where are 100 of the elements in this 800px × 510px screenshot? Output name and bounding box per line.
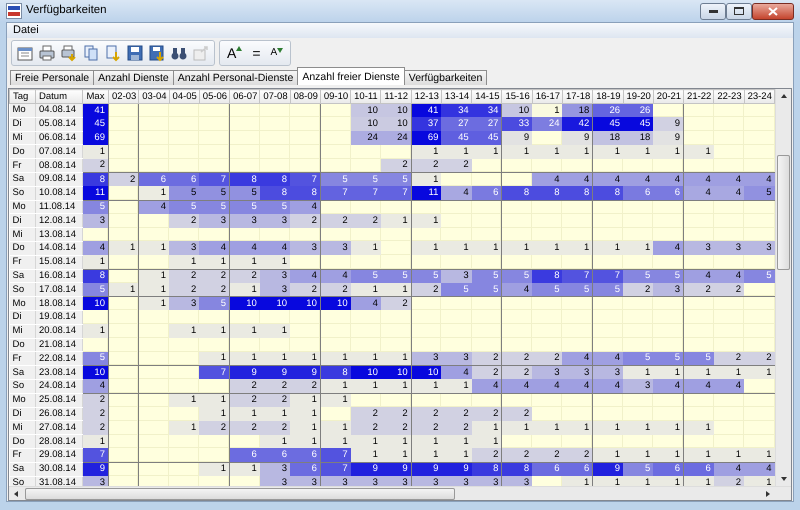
table-cell: 2 xyxy=(411,420,442,435)
table-cell: 4 xyxy=(472,379,502,394)
table-cell: 4 xyxy=(82,241,108,256)
table-cell: 4 xyxy=(138,200,170,214)
column-header[interactable]: 04-05 xyxy=(169,90,200,104)
column-header[interactable]: 11-12 xyxy=(380,90,412,104)
column-header[interactable]: 05-06 xyxy=(199,90,230,104)
column-header[interactable]: 07-08 xyxy=(260,90,290,104)
column-header[interactable]: Max xyxy=(82,90,108,104)
column-header[interactable]: 22-23 xyxy=(714,90,744,104)
table-cell: 2 xyxy=(108,172,139,186)
table-cell: 11 xyxy=(82,186,108,200)
printer-arrow-icon[interactable] xyxy=(60,44,78,62)
table-cell: 5 xyxy=(623,462,654,476)
column-header[interactable]: Tag xyxy=(10,90,36,104)
minimize-button[interactable] xyxy=(700,2,726,20)
table-cell: Di xyxy=(10,214,36,228)
table-cell: 4 xyxy=(441,186,472,200)
table-cell: 41 xyxy=(411,104,442,118)
column-header[interactable]: 13-14 xyxy=(441,90,472,104)
table-cell: 4 xyxy=(684,186,714,200)
table-cell: Mo xyxy=(10,393,36,408)
table-cell: 6 xyxy=(684,462,714,476)
table-cell: 1 xyxy=(623,366,654,380)
table-cell: 17.08.14 xyxy=(36,282,82,297)
table-cell: 4 xyxy=(653,241,684,256)
copy-icon[interactable] xyxy=(82,44,100,62)
table-cell: 3 xyxy=(230,214,260,228)
column-header[interactable]: 20-21 xyxy=(653,90,684,104)
column-header[interactable]: 12-13 xyxy=(411,90,442,104)
table-cell: 1 xyxy=(350,241,381,256)
table-cell: 1 xyxy=(230,324,260,338)
column-header[interactable]: 23-24 xyxy=(744,90,774,104)
column-header[interactable]: 18-19 xyxy=(592,90,624,104)
tab[interactable]: Anzahl freier Dienste xyxy=(297,67,405,85)
column-header[interactable]: 17-18 xyxy=(562,90,593,104)
font-increase-button[interactable]: A xyxy=(224,46,246,60)
table-cell: 4 xyxy=(199,241,230,256)
column-header[interactable]: 14-15 xyxy=(472,90,502,104)
table-cell: 3 xyxy=(472,476,502,486)
table-cell: 9 xyxy=(502,131,532,145)
table-cell: 2 xyxy=(744,352,774,366)
tab[interactable]: Anzahl Personal-Dienste xyxy=(172,70,298,85)
menu-item[interactable]: Datei xyxy=(11,22,41,39)
table-cell: 6 xyxy=(623,186,654,200)
column-header[interactable]: 08-09 xyxy=(290,90,320,104)
tab[interactable]: Freie Personale xyxy=(10,70,94,85)
horizontal-scrollbar[interactable] xyxy=(9,486,791,500)
scrollbar-thumb[interactable] xyxy=(25,488,455,500)
table-cell: 4 xyxy=(532,379,562,394)
table-cell: 10 xyxy=(320,296,351,310)
column-header[interactable]: 19-20 xyxy=(623,90,654,104)
table-cell: 1 xyxy=(744,448,774,462)
save-icon[interactable] xyxy=(126,44,144,62)
table-cell: 3 xyxy=(502,476,532,486)
column-header[interactable]: 21-22 xyxy=(684,90,714,104)
down-triangle-icon xyxy=(277,48,284,53)
table-cell: 1 xyxy=(653,366,684,380)
maximize-button[interactable] xyxy=(726,2,752,20)
tab[interactable]: Anzahl Dienste xyxy=(93,70,174,85)
table-cell: 1 xyxy=(138,296,170,310)
table-cell: 2 xyxy=(82,407,108,421)
window-title: Verfügbarkeiten xyxy=(26,3,107,18)
table-cell: 1 xyxy=(592,448,624,462)
table-cell: 1 xyxy=(320,420,351,435)
font-decrease-button[interactable]: A xyxy=(268,48,286,58)
column-header[interactable]: 15-16 xyxy=(502,90,532,104)
table-cell: 2 xyxy=(472,366,502,380)
table-cell: 5 xyxy=(380,172,412,186)
column-header[interactable]: 03-04 xyxy=(138,90,170,104)
table-cell: 24.08.14 xyxy=(36,379,82,394)
column-header[interactable]: 09-10 xyxy=(320,90,351,104)
tab[interactable]: Verfügbarkeiten xyxy=(404,70,488,85)
table-cell: 3 xyxy=(320,241,351,256)
table-cell: 1 xyxy=(138,186,170,200)
table-cell: 5 xyxy=(169,186,200,200)
column-header[interactable]: 16-17 xyxy=(532,90,562,104)
close-button[interactable] xyxy=(752,2,794,20)
table-cell: 3 xyxy=(411,352,442,366)
table-cell: 2 xyxy=(411,282,442,297)
table-cell: 45 xyxy=(472,131,502,145)
table-cell: 1 xyxy=(169,324,200,338)
table-cell: So xyxy=(10,476,36,486)
table-cell: 3 xyxy=(714,241,744,256)
table-cell: 1 xyxy=(350,434,381,448)
table-cell: 10 xyxy=(350,104,381,118)
column-header[interactable]: Datum xyxy=(36,90,82,104)
vertical-scrollbar[interactable] xyxy=(775,89,791,486)
column-header[interactable]: 06-07 xyxy=(230,90,260,104)
document-arrow-icon[interactable] xyxy=(104,44,122,62)
table-cell: 5 xyxy=(592,282,624,297)
font-reset-button[interactable]: = xyxy=(249,46,264,60)
table-cell: 1 xyxy=(138,282,170,297)
column-header[interactable]: 02-03 xyxy=(108,90,139,104)
column-header[interactable]: 10-11 xyxy=(350,90,381,104)
table-cell: 1 xyxy=(653,448,684,462)
printer-icon[interactable] xyxy=(38,44,56,62)
scrollbar-thumb[interactable] xyxy=(777,155,790,270)
table-cell: 1 xyxy=(623,144,654,159)
table-cell: 1 xyxy=(411,241,442,256)
